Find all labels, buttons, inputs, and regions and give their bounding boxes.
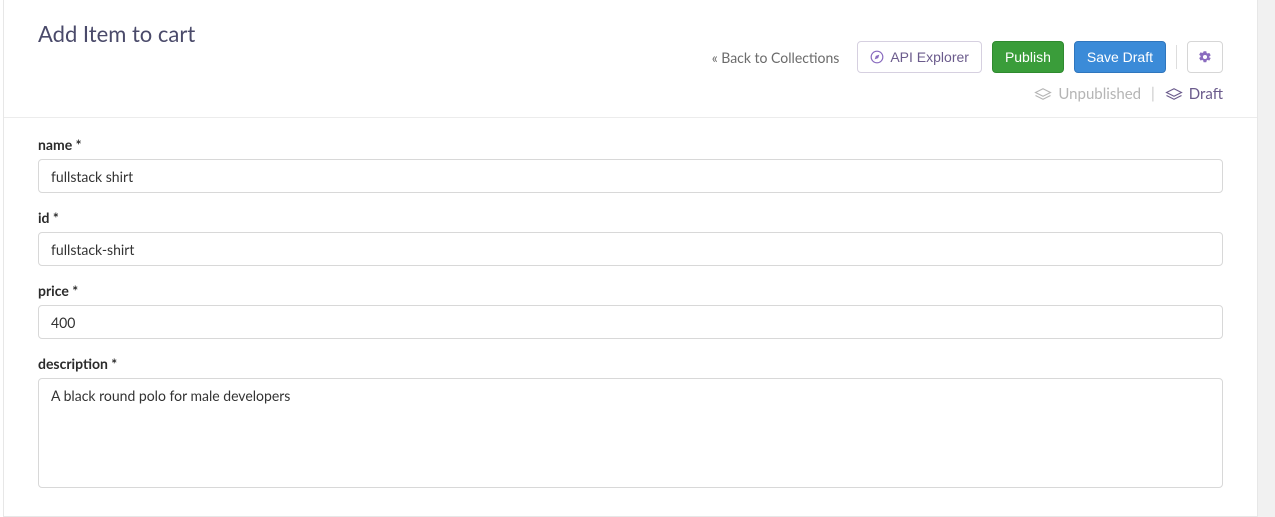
layers-icon (1034, 87, 1052, 101)
status-row: Unpublished | Draft (38, 85, 1223, 117)
id-input[interactable] (38, 232, 1223, 266)
api-explorer-label: API Explorer (890, 49, 969, 65)
status-unpublished: Unpublished (1034, 85, 1141, 103)
status-separator: | (1151, 85, 1155, 103)
description-textarea[interactable] (38, 378, 1223, 488)
publish-button[interactable]: Publish (992, 41, 1064, 73)
price-label: price * (38, 282, 1223, 299)
save-draft-button[interactable]: Save Draft (1074, 41, 1166, 73)
status-draft-label: Draft (1189, 85, 1223, 103)
back-to-collections-link[interactable]: « Back to Collections (704, 43, 848, 72)
name-input[interactable] (38, 159, 1223, 193)
description-label: description * (38, 355, 1223, 372)
status-unpublished-label: Unpublished (1058, 85, 1141, 103)
name-label: name * (38, 136, 1223, 153)
gear-icon (1198, 50, 1212, 64)
id-label: id * (38, 209, 1223, 226)
compass-icon (870, 50, 884, 64)
price-input[interactable] (38, 305, 1223, 339)
save-draft-label: Save Draft (1087, 49, 1153, 65)
form: name * id * price * description * (4, 118, 1257, 488)
status-draft: Draft (1165, 85, 1223, 103)
settings-button[interactable] (1187, 41, 1223, 73)
publish-label: Publish (1005, 49, 1051, 65)
main-panel: Add Item to cart « Back to Collections A… (3, 0, 1258, 517)
toolbar-divider (1176, 45, 1177, 69)
scrollbar-track[interactable] (1258, 0, 1275, 517)
api-explorer-button[interactable]: API Explorer (857, 41, 982, 73)
action-bar: « Back to Collections API Explorer Publi… (38, 41, 1223, 73)
layers-icon (1165, 87, 1183, 101)
